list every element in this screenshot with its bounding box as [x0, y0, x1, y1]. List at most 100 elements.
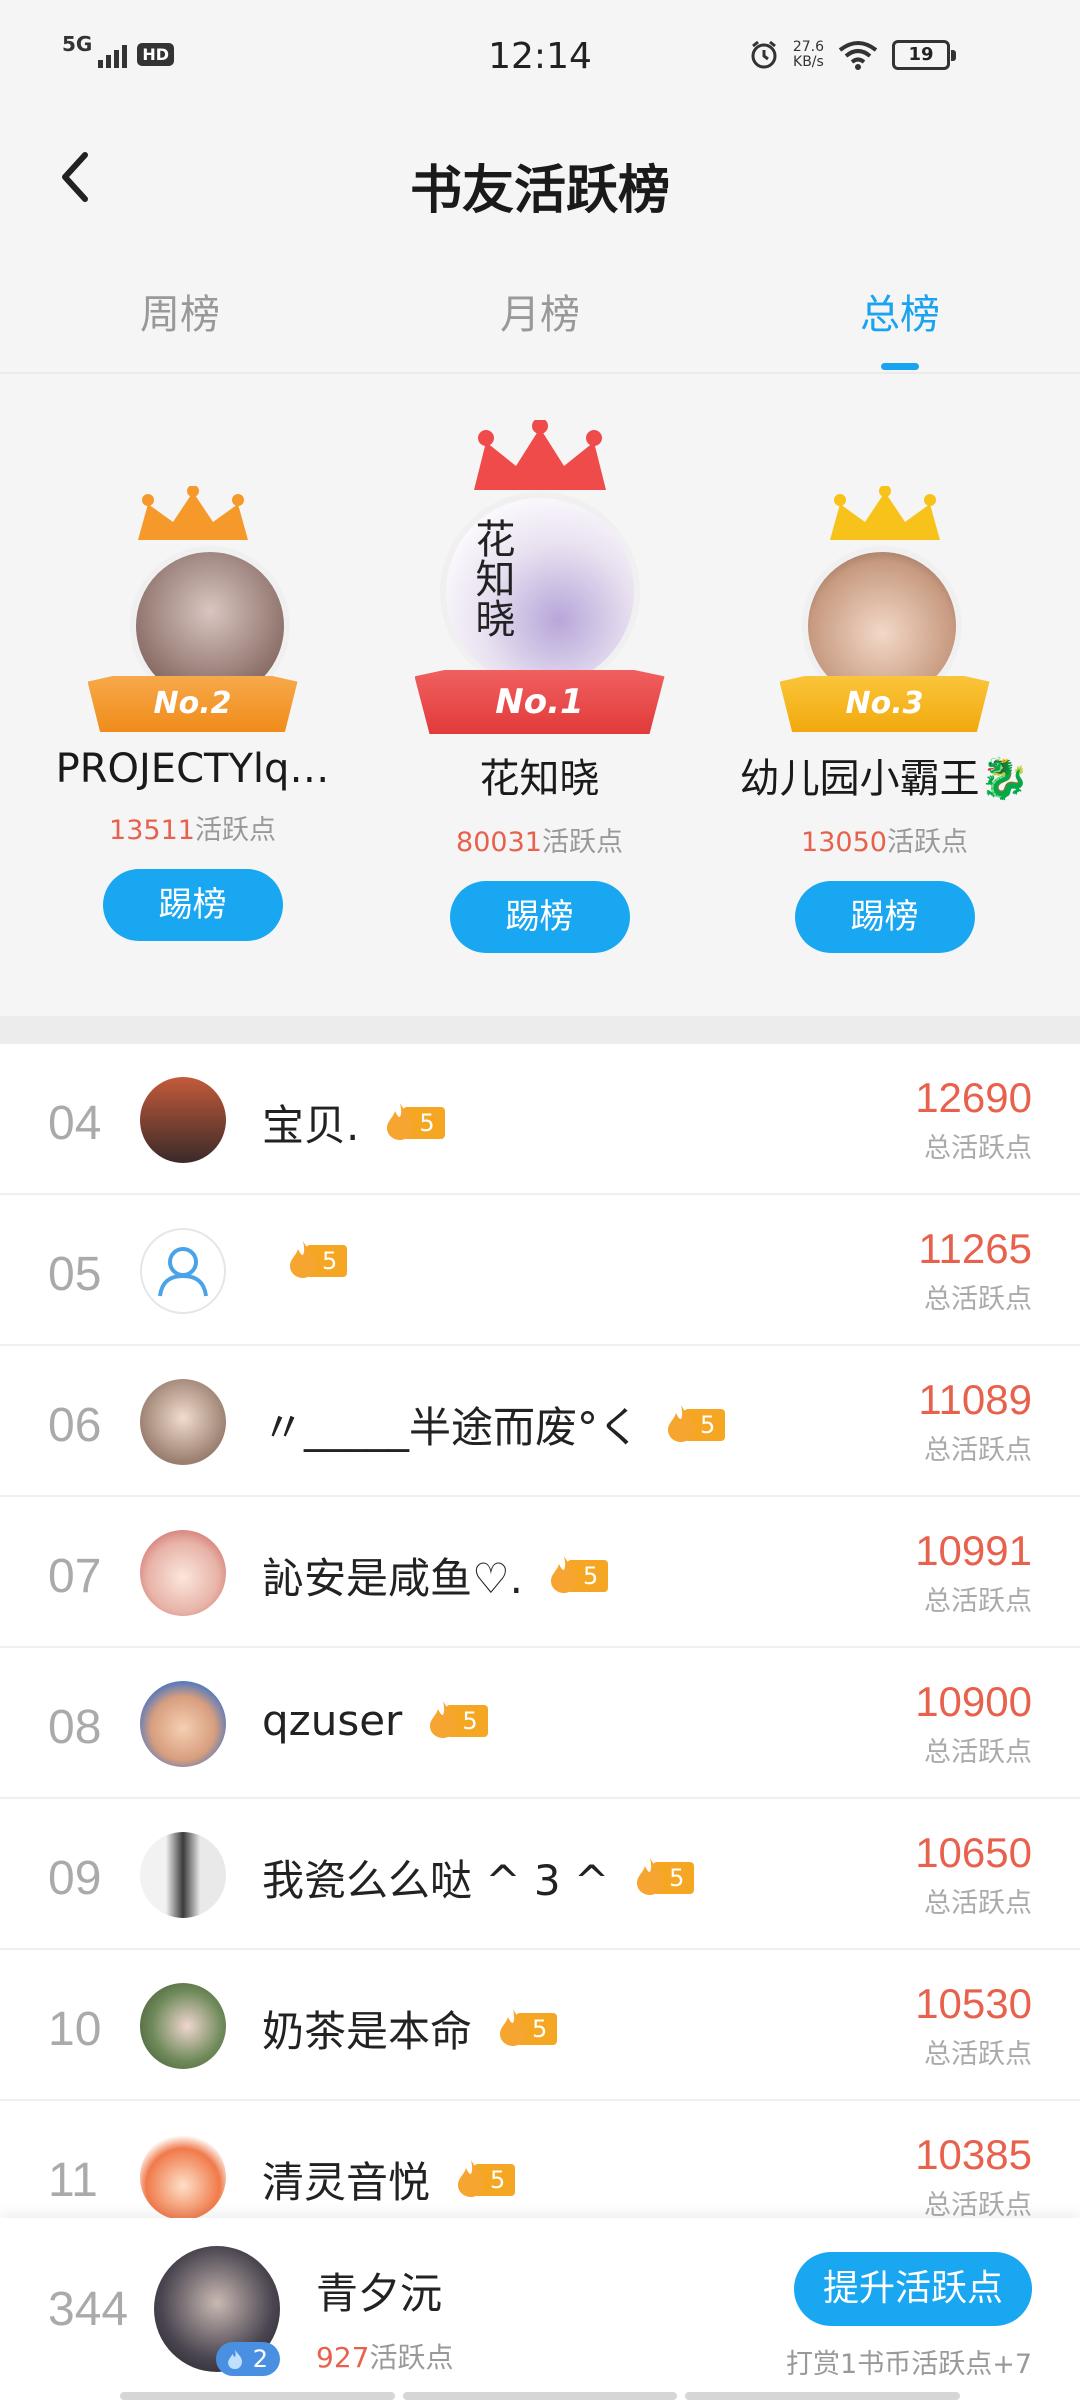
tab-weekly[interactable]: 周榜 — [0, 250, 360, 372]
score-label: 总活跃点 — [924, 1586, 1032, 1617]
score-label: 总活跃点 — [924, 1737, 1032, 1768]
my-points-label: 活跃点 — [369, 2341, 454, 2374]
tab-monthly[interactable]: 月榜 — [360, 250, 720, 372]
rank-number: 05 — [48, 1248, 102, 1301]
level-badge: 5 — [633, 1857, 695, 1896]
user-name: 〃_____半途而废°く — [262, 1403, 641, 1452]
crown-icon — [829, 486, 940, 540]
list-item[interactable]: 09 我瓷么么哒 ^ 3 ^ 5 10650 总活跃点 — [0, 1799, 1080, 1950]
podium-first-avatar-group: 花知晓 No.1 — [410, 420, 670, 746]
podium-name: 花知晓 — [479, 756, 600, 802]
avatar[interactable] — [140, 1228, 226, 1314]
my-name: 青夕沅 — [316, 2269, 443, 2318]
rank-number: 04 — [48, 1097, 102, 1150]
rank-number: 06 — [48, 1399, 102, 1452]
score-label: 总活跃点 — [924, 1435, 1032, 1466]
level-badge: 5 — [454, 2159, 516, 2198]
user-name: 我瓷么么哒 ^ 3 ^ — [262, 1856, 610, 1905]
my-level-badge: 2 — [216, 2342, 280, 2376]
level-badge: 5 — [383, 1102, 445, 1141]
avatar[interactable] — [140, 1832, 226, 1918]
name-group: 清灵音悦 5 — [262, 2149, 516, 2210]
rank-number: 08 — [48, 1701, 102, 1754]
list-item[interactable]: 11 清灵音悦 5 10385 总活跃点 — [0, 2101, 1080, 2224]
podium-points: 13511活跃点 — [20, 808, 365, 847]
my-points-value: 927 — [316, 2341, 370, 2374]
net-speed-unit: KB/s — [793, 54, 824, 70]
ranking-list[interactable]: 04 宝贝. 5 12690 总活跃点 05 5 11265 总活跃点 06 〃… — [0, 1044, 1080, 2224]
crown-icon — [137, 486, 248, 540]
podium-third-avatar-group: No.3 — [775, 486, 995, 746]
tab-total[interactable]: 总榜 — [720, 250, 1080, 372]
home-indicator — [120, 2392, 961, 2400]
name-group: 宝贝. 5 — [262, 1092, 445, 1153]
name-group: 奶茶是本命 5 — [262, 1998, 558, 2059]
level-badge: 5 — [496, 2008, 558, 2047]
podium: No.2 PROJECTYlq… 13511活跃点 踢榜 花知晓 No.1 花知… — [0, 376, 1080, 1016]
rank-number: 07 — [48, 1550, 102, 1603]
avatar[interactable] — [140, 1530, 226, 1616]
flame-icon — [458, 2159, 485, 2197]
tab-bar: 周榜 月榜 总榜 — [0, 250, 1080, 374]
podium-second-avatar-group: No.2 — [83, 486, 303, 746]
podium-points-value: 80031 — [456, 827, 542, 858]
score: 10650 总活跃点 — [915, 1829, 1032, 1920]
list-item[interactable]: 06 〃_____半途而废°く 5 11089 总活跃点 — [0, 1346, 1080, 1497]
battery-icon: 19 — [892, 40, 956, 70]
my-rank-bar: 344 2 青夕沅 927活跃点 提升活跃点 打赏1书币活跃点+7 — [0, 2218, 1080, 2400]
rank-ribbon: No.3 — [779, 676, 990, 732]
avatar[interactable] — [140, 2134, 226, 2220]
header: 书友活跃榜 — [0, 110, 1080, 250]
level-badge: 5 — [664, 1404, 726, 1443]
kick-button[interactable]: 踢榜 — [794, 881, 975, 953]
kick-button[interactable]: 踢榜 — [102, 869, 283, 941]
flame-icon — [637, 1857, 664, 1895]
list-item[interactable]: 07 訫安是咸鱼♡. 5 10991 总活跃点 — [0, 1497, 1080, 1648]
avatar[interactable] — [140, 1379, 226, 1465]
score-label: 总活跃点 — [924, 1888, 1032, 1919]
avatar[interactable] — [140, 1077, 226, 1163]
page-title: 书友活跃榜 — [409, 161, 670, 221]
flame-icon — [228, 2349, 243, 2370]
score-label: 总活跃点 — [924, 1284, 1032, 1315]
level-badge: 5 — [286, 1241, 348, 1279]
podium-points-value: 13511 — [109, 815, 195, 846]
user-name: 奶茶是本命 — [262, 2007, 473, 2056]
avatar[interactable] — [140, 1983, 226, 2069]
podium-third: No.3 幼儿园小霸王🐉 13050活跃点 踢榜 — [712, 486, 1057, 953]
name-group: 我瓷么么哒 ^ 3 ^ 5 — [262, 1847, 695, 1908]
score: 10530 总活跃点 — [915, 1980, 1032, 2071]
podium-points-label: 活跃点 — [886, 827, 968, 858]
list-item[interactable]: 10 奶茶是本命 5 10530 总活跃点 — [0, 1950, 1080, 2101]
name-group: qzuser 5 — [262, 1696, 488, 1745]
list-item[interactable]: 08 qzuser 5 10900 总活跃点 — [0, 1648, 1080, 1799]
default-user-icon — [158, 1247, 208, 1297]
level-badge: 5 — [547, 1555, 609, 1594]
kick-button[interactable]: 踢榜 — [449, 881, 630, 953]
rank-ribbon: No.1 — [414, 670, 665, 734]
crown-icon — [473, 420, 606, 490]
list-item[interactable]: 04 宝贝. 5 12690 总活跃点 — [0, 1044, 1080, 1195]
podium-points: 13050活跃点 — [712, 820, 1057, 859]
rank-number: 09 — [48, 1852, 102, 1905]
score: 12690 总活跃点 — [915, 1074, 1032, 1165]
flame-icon — [290, 1241, 317, 1278]
my-points: 927活跃点 — [316, 2336, 453, 2376]
score-value: 11089 — [918, 1376, 1032, 1423]
podium-points: 80031活跃点 — [367, 820, 712, 859]
user-name: 訫安是咸鱼♡. — [262, 1554, 524, 1603]
section-divider — [0, 1016, 1080, 1044]
flame-icon — [551, 1555, 578, 1593]
podium-second: No.2 PROJECTYlq… 13511活跃点 踢榜 — [20, 486, 365, 941]
score-label: 总活跃点 — [924, 2039, 1032, 2070]
my-rank-number: 344 — [48, 2283, 129, 2336]
score-value: 10900 — [915, 1678, 1032, 1725]
avatar-art-text: 花知晓 — [468, 518, 515, 638]
avatar[interactable]: 花知晓 — [439, 492, 640, 692]
podium-points-value: 13050 — [801, 827, 887, 858]
list-item[interactable]: 05 5 11265 总活跃点 — [0, 1195, 1080, 1346]
podium-first: 花知晓 No.1 花知晓 80031活跃点 踢榜 — [367, 420, 712, 953]
boost-activity-button[interactable]: 提升活跃点 — [794, 2252, 1032, 2326]
score-value: 10991 — [915, 1527, 1032, 1574]
avatar[interactable] — [140, 1681, 226, 1767]
